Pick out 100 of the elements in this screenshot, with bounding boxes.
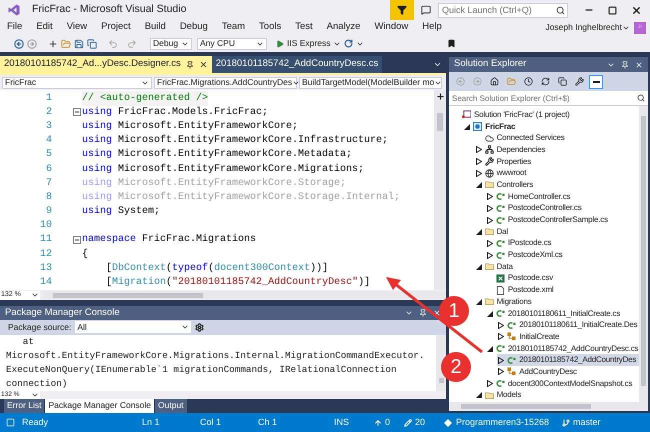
back-icon[interactable]: [14, 38, 24, 48]
tree-item[interactable]: IPostcode.cs: [486, 238, 639, 250]
scrollbar-thumb[interactable]: [437, 113, 443, 131]
scrollbar-thumb[interactable]: [461, 404, 591, 409]
close-tab-icon[interactable]: [198, 60, 208, 69]
expanded-arrow-icon[interactable]: [476, 392, 482, 398]
configuration-dropdown[interactable]: Debug: [150, 38, 192, 50]
tree-item[interactable]: Connected Services: [474, 132, 639, 144]
close-icon[interactable]: [631, 4, 642, 16]
collapsed-arrow-icon[interactable]: [486, 204, 493, 212]
expanded-arrow-icon[interactable]: [476, 264, 482, 270]
tree-item[interactable]: docent300ContextModelSnapshot.cs: [486, 378, 639, 390]
expanded-arrow-icon[interactable]: [476, 182, 482, 188]
menu-item[interactable]: Tools: [259, 20, 282, 35]
close-icon[interactable]: [433, 309, 441, 318]
navigation-dropdown[interactable]: FricFrac: [2, 76, 152, 88]
tree-item[interactable]: Postcode.csv: [486, 272, 639, 284]
expanded-arrow-icon[interactable]: [486, 310, 493, 317]
tree-item[interactable]: Postcode.xml: [486, 284, 639, 296]
collapse-icon[interactable]: [73, 236, 81, 244]
tree-item[interactable]: 20180101185742_AddCountryDes: [497, 354, 639, 366]
collapsed-arrow-icon[interactable]: [498, 368, 504, 376]
tree-item[interactable]: AddCountryDesc: [497, 366, 639, 378]
menu-item[interactable]: Test: [295, 20, 313, 35]
close-icon[interactable]: [635, 60, 643, 68]
tree-item[interactable]: 20180101180611_InitialCreate.cs: [486, 308, 639, 320]
tree-item[interactable]: HomeController.cs: [486, 190, 639, 202]
expanded-arrow-icon[interactable]: [464, 124, 470, 130]
menu-item[interactable]: Team: [222, 20, 246, 35]
pin-icon[interactable]: [186, 60, 194, 68]
tree-item[interactable]: Dependencies: [474, 144, 639, 156]
quick-launch-field[interactable]: Quick Launch (Ctrl+Q): [438, 2, 568, 18]
menu-item[interactable]: File: [7, 20, 22, 35]
tree-item[interactable]: Controllers: [474, 179, 639, 191]
collapsed-arrow-icon[interactable]: [486, 380, 493, 388]
feedback-icon[interactable]: [421, 5, 431, 15]
tree-item[interactable]: 20180101185742_AddCountryDesc.cs: [486, 342, 639, 354]
save-all-icon[interactable]: [87, 38, 97, 48]
tree-item[interactable]: Dal: [474, 226, 639, 238]
search-field[interactable]: Search Solution Explorer (Ctrl+$): [449, 91, 648, 106]
tree-item[interactable]: 20180101180611_InitialCreate.Des: [497, 319, 639, 332]
collapsed-arrow-icon[interactable]: [486, 252, 493, 259]
run-button[interactable]: IIS Express: [276, 37, 342, 50]
platform-dropdown[interactable]: Any CPU: [197, 38, 267, 50]
push-count[interactable]: 0: [374, 416, 404, 430]
user-name[interactable]: Joseph Inghelbrecht: [545, 21, 622, 34]
settings-icon[interactable]: [195, 322, 204, 332]
tree-item[interactable]: FricFrac: [463, 120, 639, 132]
tree-item[interactable]: Solution 'FricFrac' (1 project): [452, 109, 639, 121]
editor-tab[interactable]: 20180101185742_Ad...yDesc.Designer.cs: [0, 56, 212, 73]
changes-count[interactable]: 20: [404, 416, 444, 430]
menu-item[interactable]: Debug: [180, 20, 208, 35]
scrollbar-thumb[interactable]: [438, 378, 444, 383]
tree-item[interactable]: Data: [474, 260, 639, 273]
branch-indicator[interactable]: master: [562, 416, 601, 430]
tree-item[interactable]: PostcodeControllerSample.cs: [486, 214, 639, 226]
collapsed-arrow-icon[interactable]: [498, 322, 504, 329]
collapsed-arrow-icon[interactable]: [498, 333, 504, 340]
menu-item[interactable]: Analyze: [326, 20, 360, 35]
filter-button[interactable]: [390, 0, 414, 20]
tree-item[interactable]: PostcodeController.cs: [486, 202, 639, 214]
menu-item[interactable]: Project: [101, 20, 131, 35]
collapsed-arrow-icon[interactable]: [476, 146, 482, 154]
menu-item[interactable]: Build: [144, 20, 166, 35]
menu-item[interactable]: Edit: [36, 20, 53, 35]
save-icon[interactable]: [74, 38, 84, 48]
pin-icon[interactable]: [621, 60, 629, 68]
tab-list-icon[interactable]: [433, 60, 442, 69]
pin-icon[interactable]: [419, 309, 427, 318]
editor-tab[interactable]: 20180101185742_AddCountryDesc.cs: [212, 56, 382, 73]
panel-tab[interactable]: Error List: [4, 398, 44, 413]
collapsed-arrow-icon[interactable]: [476, 158, 482, 166]
tree-item[interactable]: PostcodeXml.cs: [486, 249, 639, 261]
scrollbar-thumb[interactable]: [641, 116, 646, 386]
collapsed-arrow-icon[interactable]: [486, 216, 493, 224]
preview-button[interactable]: [589, 74, 603, 88]
tree-item[interactable]: InitialCreate: [497, 331, 639, 343]
new-item-icon[interactable]: [48, 38, 58, 48]
collapsed-arrow-icon[interactable]: [486, 193, 493, 200]
collapse-icon[interactable]: [73, 108, 81, 116]
panel-tab[interactable]: Output: [155, 398, 187, 413]
bookmark-icon[interactable]: [447, 39, 456, 48]
panel-tab[interactable]: Package Manager Console: [45, 398, 154, 413]
expanded-arrow-icon[interactable]: [486, 346, 493, 352]
maximize-icon[interactable]: [608, 6, 617, 14]
collapsed-arrow-icon[interactable]: [476, 170, 482, 177]
navigation-dropdown[interactable]: BuildTargetModel(ModelBuilder mo: [299, 76, 442, 88]
expanded-arrow-icon[interactable]: [476, 228, 482, 235]
refresh-icon[interactable]: [344, 39, 354, 48]
tree-item[interactable]: Properties: [474, 156, 639, 168]
menu-item[interactable]: Window: [374, 20, 408, 35]
split-icon[interactable]: [436, 92, 444, 101]
navigation-dropdown[interactable]: FricFrac.Migrations.AddCountryDes: [154, 76, 297, 88]
collapsed-arrow-icon[interactable]: [498, 356, 504, 364]
package-source-dropdown[interactable]: All: [75, 321, 192, 334]
tree-item[interactable]: Models: [474, 390, 639, 402]
repository-indicator[interactable]: Programmeren3-15268: [444, 416, 562, 430]
scrollbar-thumb[interactable]: [53, 292, 203, 298]
collapsed-arrow-icon[interactable]: [486, 240, 493, 247]
menu-item[interactable]: View: [66, 20, 88, 35]
